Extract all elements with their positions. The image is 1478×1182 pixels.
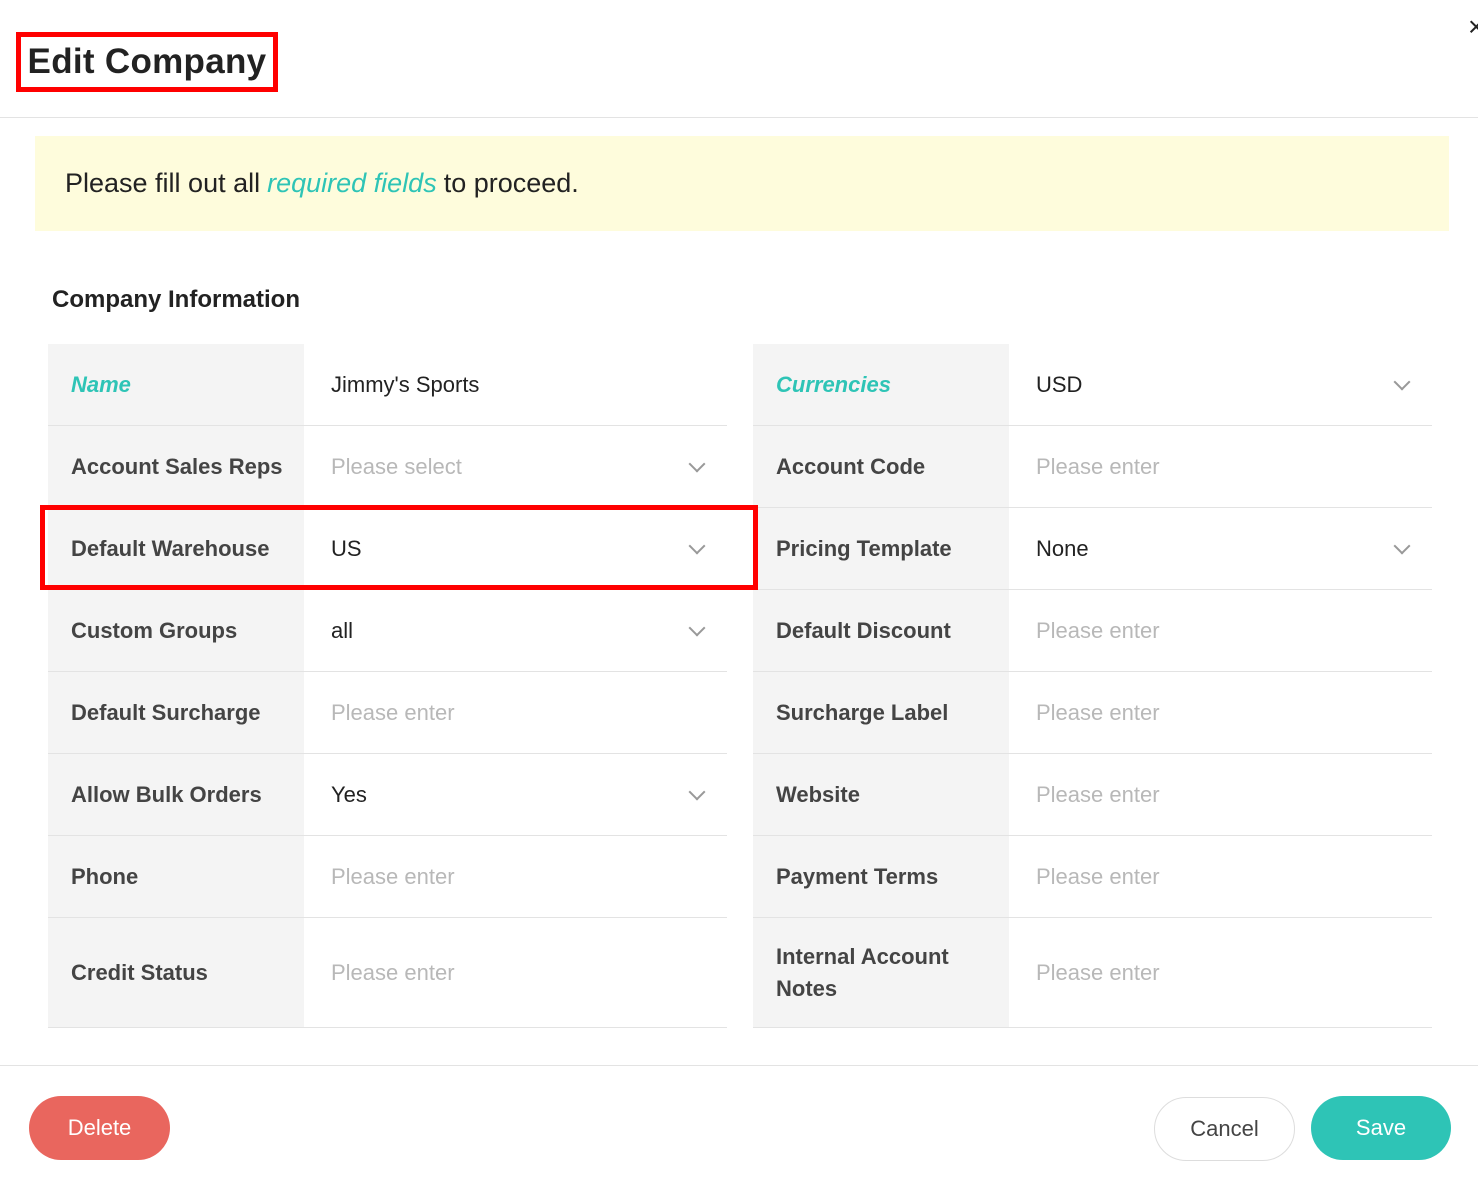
pricing-template-value: None: [1036, 535, 1089, 561]
delete-button[interactable]: Delete: [29, 1096, 170, 1160]
default-warehouse-value: US: [331, 535, 362, 561]
default-surcharge-input[interactable]: Please enter: [304, 672, 727, 753]
modal-header: Edit Company ×: [0, 0, 1478, 118]
row-allow-bulk-orders: Allow Bulk Orders Yes: [48, 754, 727, 836]
currencies-label: Currencies: [753, 344, 1009, 425]
allow-bulk-orders-value: Yes: [331, 781, 367, 807]
account-sales-reps-label: Account Sales Reps: [48, 426, 304, 507]
row-default-surcharge: Default Surcharge Please enter: [48, 672, 727, 754]
row-surcharge-label: Surcharge Label Please enter: [753, 672, 1432, 754]
notice-suffix: to proceed.: [443, 168, 579, 198]
surcharge-label-input[interactable]: Please enter: [1009, 672, 1432, 753]
chevron-down-icon: [688, 619, 706, 636]
row-pricing-template: Pricing Template None: [753, 508, 1432, 590]
surcharge-label-label: Surcharge Label: [753, 672, 1009, 753]
website-label: Website: [753, 754, 1009, 835]
credit-status-label: Credit Status: [48, 918, 304, 1027]
row-name: Name Jimmy's Sports: [48, 344, 727, 426]
row-website: Website Please enter: [753, 754, 1432, 836]
footer-divider: [0, 1065, 1478, 1066]
chevron-down-icon: [688, 537, 706, 554]
name-input[interactable]: Jimmy's Sports: [304, 344, 727, 425]
payment-terms-input[interactable]: Please enter: [1009, 836, 1432, 917]
section-title: Company Information: [52, 286, 301, 313]
default-warehouse-label: Default Warehouse: [48, 508, 304, 589]
chevron-down-icon: [1393, 537, 1411, 554]
form-column-left: Name Jimmy's Sports Account Sales Reps P…: [48, 344, 727, 1028]
account-code-input[interactable]: Please enter: [1009, 426, 1432, 507]
form-column-right: Currencies USD Account Code Please enter…: [753, 344, 1432, 1028]
website-input[interactable]: Please enter: [1009, 754, 1432, 835]
credit-status-input[interactable]: Please enter: [304, 918, 727, 1027]
title-highlight-box: Edit Company: [16, 32, 278, 92]
currencies-value: USD: [1036, 371, 1083, 397]
row-account-sales-reps: Account Sales Reps Please select: [48, 426, 727, 508]
account-code-label: Account Code: [753, 426, 1009, 507]
row-credit-status: Credit Status Please enter: [48, 918, 727, 1028]
required-fields-notice: Please fill out all required fields to p…: [35, 136, 1449, 231]
notice-prefix: Please fill out all: [65, 168, 261, 198]
row-custom-groups: Custom Groups all: [48, 590, 727, 672]
row-phone: Phone Please enter: [48, 836, 727, 918]
phone-input[interactable]: Please enter: [304, 836, 727, 917]
account-sales-reps-placeholder: Please select: [331, 453, 462, 479]
close-icon[interactable]: ×: [1468, 12, 1478, 42]
default-discount-label: Default Discount: [753, 590, 1009, 671]
allow-bulk-orders-select[interactable]: Yes: [304, 754, 727, 835]
internal-account-notes-input[interactable]: Please enter: [1009, 918, 1432, 1027]
phone-label: Phone: [48, 836, 304, 917]
pricing-template-select[interactable]: None: [1009, 508, 1432, 589]
allow-bulk-orders-label: Allow Bulk Orders: [48, 754, 304, 835]
internal-account-notes-label: Internal Account Notes: [753, 918, 1009, 1027]
row-currencies: Currencies USD: [753, 344, 1432, 426]
chevron-down-icon: [688, 455, 706, 472]
page-title: Edit Company: [27, 42, 267, 81]
row-default-discount: Default Discount Please enter: [753, 590, 1432, 672]
row-default-warehouse: Default Warehouse US: [48, 508, 727, 590]
custom-groups-select[interactable]: all: [304, 590, 727, 671]
payment-terms-label: Payment Terms: [753, 836, 1009, 917]
custom-groups-label: Custom Groups: [48, 590, 304, 671]
default-warehouse-select[interactable]: US: [304, 508, 727, 589]
chevron-down-icon: [1393, 373, 1411, 390]
chevron-down-icon: [688, 783, 706, 800]
row-account-code: Account Code Please enter: [753, 426, 1432, 508]
name-label: Name: [48, 344, 304, 425]
default-discount-input[interactable]: Please enter: [1009, 590, 1432, 671]
pricing-template-label: Pricing Template: [753, 508, 1009, 589]
save-button[interactable]: Save: [1311, 1096, 1451, 1160]
currencies-select[interactable]: USD: [1009, 344, 1432, 425]
custom-groups-value: all: [331, 617, 354, 643]
default-surcharge-label: Default Surcharge: [48, 672, 304, 753]
cancel-button[interactable]: Cancel: [1154, 1097, 1295, 1161]
required-fields-link[interactable]: required fields: [267, 168, 437, 199]
row-internal-account-notes: Internal Account Notes Please enter: [753, 918, 1432, 1028]
row-payment-terms: Payment Terms Please enter: [753, 836, 1432, 918]
edit-company-modal: Edit Company × Please fill out all requi…: [0, 0, 1478, 1182]
account-sales-reps-select[interactable]: Please select: [304, 426, 727, 507]
